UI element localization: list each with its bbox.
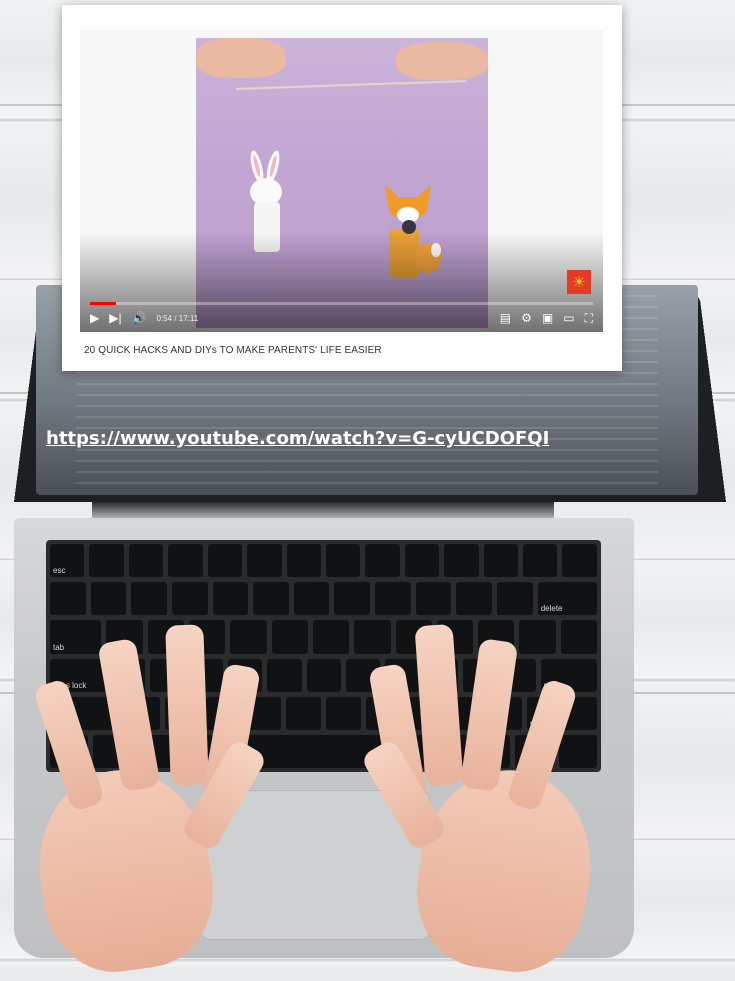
key-esc[interactable]: esc [50,544,85,578]
key[interactable] [334,582,371,616]
key[interactable] [267,658,302,692]
miniplayer-icon[interactable]: ▣ [542,312,553,324]
key[interactable] [365,544,400,578]
left-middle-finger [165,624,209,786]
player-controls: ▶ ▶| 🔊 0:54 / 17:11 ▤ ⚙ ▣ ▭ ⛶ [90,308,593,328]
key[interactable] [415,582,452,616]
key[interactable] [271,620,308,654]
key[interactable] [128,544,164,578]
lightbulb-icon[interactable]: ☀ [567,270,591,294]
fullscreen-icon[interactable]: ⛶ [585,312,593,324]
key[interactable] [230,620,267,654]
key[interactable] [131,582,167,616]
key[interactable] [207,544,243,578]
key[interactable] [293,582,330,616]
key[interactable] [456,582,493,616]
video-player[interactable]: ☀ ▶ ▶| 🔊 0:54 / 17:11 ▤ ⚙ ▣ ▭ ⛶ [80,30,603,332]
time-display: 0:54 / 17:11 [156,313,199,323]
key-delete[interactable]: delete [537,582,598,616]
key[interactable] [523,544,558,578]
key[interactable] [286,544,321,578]
key[interactable] [247,544,282,578]
key[interactable] [325,544,361,578]
key[interactable] [519,620,556,654]
key[interactable] [171,582,208,616]
puppet-string [236,79,466,91]
play-icon[interactable]: ▶ [90,312,99,324]
key[interactable] [312,620,350,654]
key[interactable] [560,620,597,654]
theater-mode-icon[interactable]: ▭ [563,312,574,324]
key[interactable] [285,696,322,730]
video-card: ☀ ▶ ▶| 🔊 0:54 / 17:11 ▤ ⚙ ▣ ▭ ⛶ 20 QUICK… [62,5,622,371]
subtitles-icon[interactable]: ▤ [500,312,511,324]
key[interactable] [354,620,391,654]
progress-bar-fill [90,302,117,305]
puppeteer-left-hand [196,38,286,78]
settings-gear-icon[interactable]: ⚙ [521,312,532,324]
key-tab[interactable]: tab [50,620,102,654]
key-power[interactable] [562,544,597,578]
key[interactable] [306,658,341,692]
volume-icon[interactable]: 🔊 [132,312,147,324]
next-icon[interactable]: ▶| [109,312,121,324]
video-url-link[interactable]: https://www.youtube.com/watch?v=G-cyUCDO… [46,425,566,453]
key[interactable] [212,582,249,616]
key[interactable] [89,544,124,578]
key[interactable] [253,582,289,616]
key[interactable] [326,696,362,730]
key[interactable] [404,544,440,578]
key[interactable] [483,544,519,578]
progress-bar[interactable] [90,302,593,305]
video-title[interactable]: 20 QUICK HACKS AND DIYs TO MAKE PARENTS'… [84,345,382,356]
key[interactable] [90,582,127,616]
key[interactable] [168,544,203,578]
key-arrow[interactable] [558,734,598,769]
key[interactable] [50,582,86,616]
puppeteer-right-hand [396,42,488,80]
key[interactable] [375,582,411,616]
key[interactable] [444,544,479,578]
key[interactable] [497,582,533,616]
